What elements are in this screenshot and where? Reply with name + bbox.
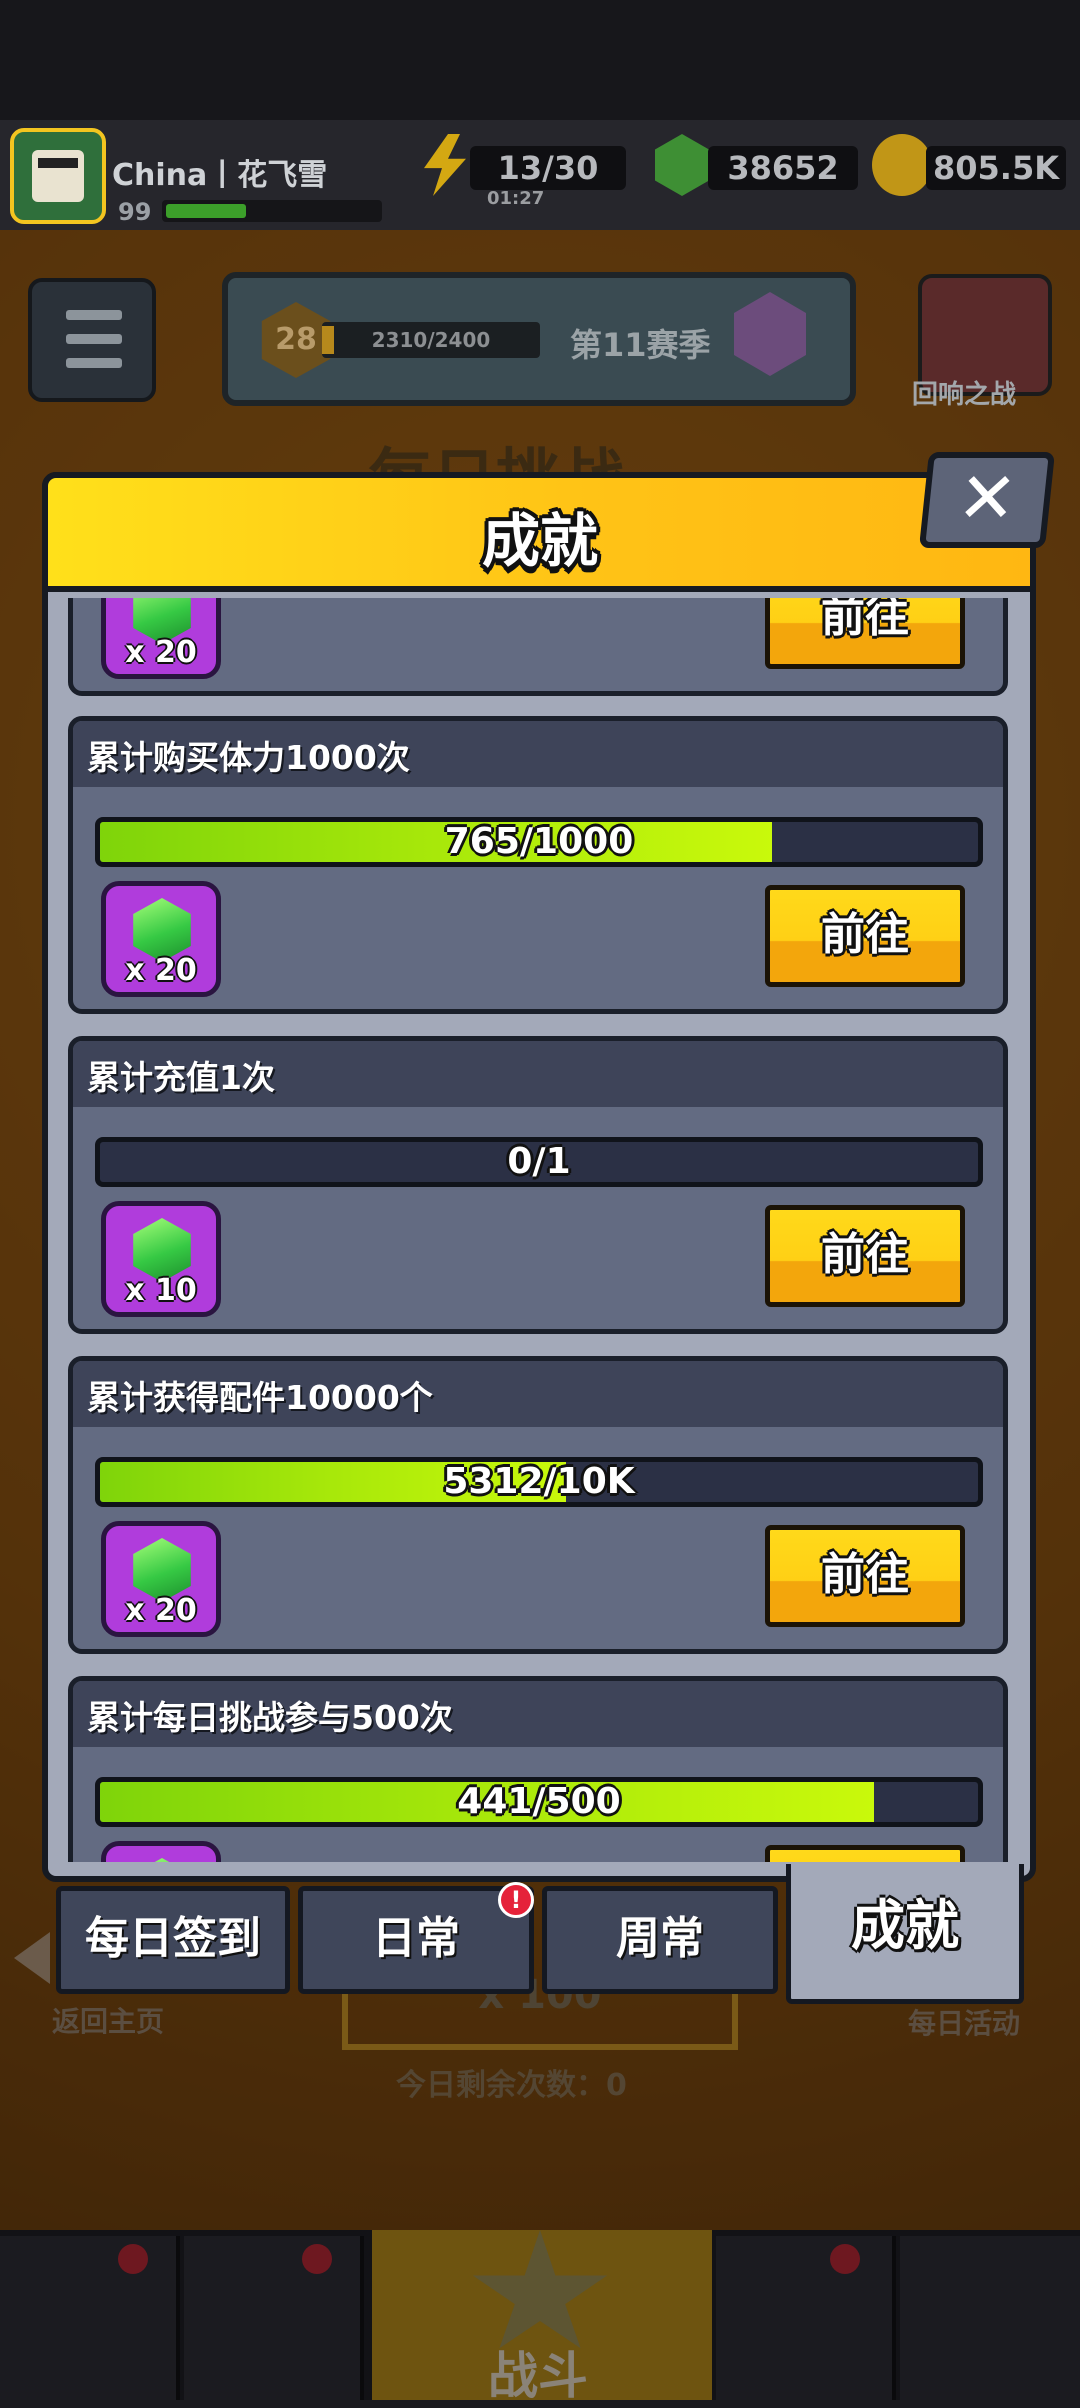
energy-timer: 01:27 [487, 188, 545, 209]
close-button[interactable]: ✕ [918, 452, 1056, 548]
achievement-title: 累计获得配件10000个 [87, 1378, 433, 1417]
system-status-area [0, 0, 1080, 120]
menu-icon-line [66, 334, 122, 344]
tab-alert-icon: ! [498, 1882, 534, 1918]
season-progress-text: 2310/2400 [371, 328, 491, 352]
avatar-face-icon [32, 150, 84, 202]
player-name: China丨花飞雪 [112, 158, 328, 193]
nav-equipment[interactable] [184, 2236, 364, 2400]
menu-icon-line [66, 358, 122, 368]
reward-item[interactable]: x 20 [101, 881, 221, 997]
achievement-progress-bar: 5312/10K [95, 1457, 983, 1507]
achievement-card: 累计充值1次 0/1 x 10 前往 [68, 1036, 1008, 1334]
nav-talent-alert-icon [830, 2244, 860, 2274]
nav-shop-alert-icon [118, 2244, 148, 2274]
achievement-progress-bar: 765/1000 [95, 817, 983, 867]
achievement-progress-text: 765/1000 [444, 821, 634, 862]
nav-talent[interactable] [716, 2236, 896, 2400]
achievement-progress-text: 5312/10K [443, 1461, 635, 1502]
nav-shop[interactable] [0, 2236, 180, 2400]
gem-icon [133, 1858, 191, 1862]
go-button[interactable]: 前往 [765, 1845, 965, 1862]
achievement-title: 累计每日挑战参与500次 [87, 1698, 453, 1737]
achievement-header: 累计每日挑战参与500次 [73, 1681, 1003, 1747]
achievement-progress-text: 0/1 [507, 1141, 571, 1182]
achievement-progress-bar: 441/500 [95, 1777, 983, 1827]
player-level: 99 [118, 198, 152, 226]
go-button[interactable]: 前往 [765, 1205, 965, 1307]
achievement-header: 累计获得配件10000个 [73, 1361, 1003, 1427]
reward-item[interactable] [101, 1841, 221, 1862]
achievement-card: x 20 前往 [68, 598, 1008, 696]
menu-icon [66, 310, 122, 320]
reward-quantity: x 20 [125, 1593, 197, 1628]
reward-quantity: x 10 [125, 1273, 197, 1308]
tab-3[interactable]: 周常 [542, 1886, 778, 1994]
xp-bar-fill [166, 204, 246, 218]
go-button[interactable]: 前往 [765, 1525, 965, 1627]
achievement-header: 累计购买体力1000次 [73, 721, 1003, 787]
achievement-header: 累计充值1次 [73, 1041, 1003, 1107]
back-home-label: 返回主页 [52, 2005, 165, 2038]
achievement-list[interactable]: x 20 前往 累计购买体力1000次 765/1000 x 20 前往 累计充值1次 0/1… [62, 598, 1016, 1862]
echo-battle-label: 回响之战 [912, 380, 1017, 410]
reward-item[interactable]: x 10 [101, 1201, 221, 1317]
coin-counter: 805.5K [926, 146, 1066, 190]
achievement-card: 累计购买体力1000次 765/1000 x 20 前往 [68, 716, 1008, 1014]
menu-button[interactable] [28, 278, 156, 402]
reward-item[interactable]: x 20 [101, 598, 221, 679]
reward-item[interactable]: x 20 [101, 1521, 221, 1637]
season-progress-bar: 2310/2400 [322, 322, 540, 358]
achievement-card: 累计获得配件10000个 5312/10K x 20 前往 [68, 1356, 1008, 1654]
gem-counter: 38652 [708, 146, 858, 190]
remaining-attempts: 今日剩余次数：0 [396, 2068, 627, 2103]
nav-tech[interactable] [900, 2236, 1080, 2400]
go-button[interactable]: 前往 [765, 598, 965, 669]
energy-counter: 13/30 [470, 146, 626, 190]
season-name: 第11赛季 [570, 326, 711, 364]
back-arrow-icon[interactable] [14, 1932, 50, 1984]
modal-title: 成就 [481, 507, 598, 575]
reward-quantity: x 20 [125, 953, 197, 988]
achievement-progress-text: 441/500 [457, 1781, 621, 1822]
nav-battle-label: 战斗 [488, 2347, 588, 2405]
daily-event-label: 每日活动 [908, 2007, 1021, 2040]
tab-4[interactable]: 成就 [786, 1864, 1024, 2004]
nav-equipment-alert-icon [302, 2244, 332, 2274]
achievement-title: 累计充值1次 [87, 1058, 275, 1097]
achievement-progress-bar: 0/1 [95, 1137, 983, 1187]
coin-add-icon[interactable] [872, 134, 932, 196]
tab-1[interactable]: 每日签到 [56, 1886, 290, 1994]
player-avatar[interactable] [10, 128, 106, 224]
go-button[interactable]: 前往 [765, 885, 965, 987]
reward-quantity: x 20 [125, 635, 197, 670]
achievement-title: 累计购买体力1000次 [87, 738, 410, 777]
season-progress-fill [322, 326, 334, 354]
achievement-card: 累计每日挑战参与500次 441/500 前往 [68, 1676, 1008, 1862]
